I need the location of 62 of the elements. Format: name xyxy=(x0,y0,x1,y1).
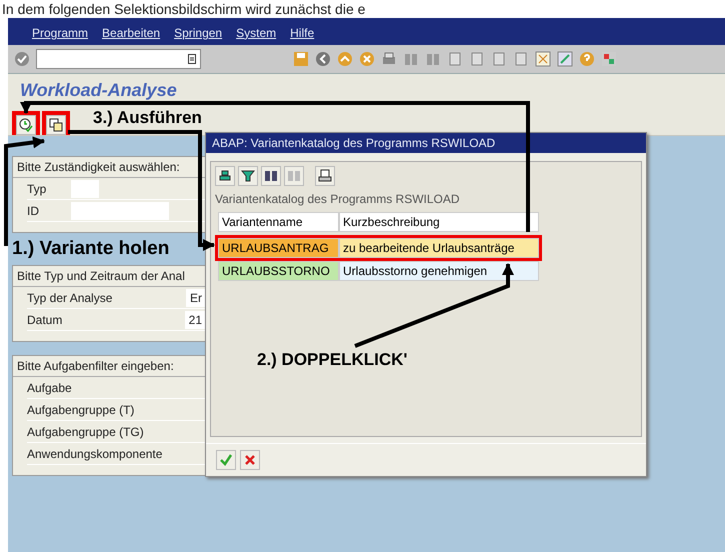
page-icon[interactable] xyxy=(447,51,463,67)
column-header: Variantenname xyxy=(218,212,339,232)
field-label: Typ xyxy=(27,182,48,196)
field-label: Aufgabengruppe (T) xyxy=(27,402,136,416)
field-label: ID xyxy=(27,204,40,218)
layout-icon[interactable] xyxy=(601,51,617,67)
clock-check-icon xyxy=(19,118,33,132)
column-header: Kurzbeschreibung xyxy=(339,212,539,232)
input-field[interactable] xyxy=(71,202,169,220)
command-field[interactable] xyxy=(36,49,201,69)
print-button[interactable] xyxy=(315,166,335,186)
table-row[interactable]: URLAUBSSTORNO Urlaubsstorno genehmigen xyxy=(215,261,542,284)
annotation-label: 2.) DOPPELKLICK' xyxy=(257,350,408,370)
find-button[interactable] xyxy=(261,166,281,186)
check-icon[interactable] xyxy=(14,51,30,67)
menu-item[interactable]: Hilfe xyxy=(290,26,314,40)
menu-item[interactable]: Programm xyxy=(32,26,88,40)
cancel-button[interactable] xyxy=(240,450,260,470)
back-icon[interactable] xyxy=(315,51,331,67)
annotation-label: 1.) Variante holen xyxy=(12,238,170,260)
annotation-label: 3.) Ausführen xyxy=(93,108,202,128)
sort-button[interactable] xyxy=(215,166,235,186)
window-icon[interactable] xyxy=(557,51,573,67)
table-cell[interactable]: URLAUBSANTRAG xyxy=(218,238,339,258)
cancel-icon[interactable] xyxy=(359,51,375,67)
filter-button[interactable] xyxy=(238,166,258,186)
menu-item[interactable]: Bearbeiten xyxy=(102,26,160,40)
page-icon[interactable] xyxy=(491,51,507,67)
sort-icon xyxy=(218,169,232,183)
document-text: In dem folgenden Selektionsbildschirm wird zunächst die e xyxy=(2,1,366,17)
help-icon[interactable] xyxy=(579,51,595,67)
menu-item[interactable]: Springen xyxy=(174,26,222,40)
up-icon[interactable] xyxy=(337,51,353,67)
field-label: Aufgabengruppe (TG) xyxy=(27,424,145,438)
field-label: Typ der Analyse xyxy=(27,290,114,304)
page-icon[interactable] xyxy=(469,51,485,67)
field-label: Anwendungskomponente xyxy=(27,446,164,460)
dropdown-icon xyxy=(188,54,196,64)
menu-item[interactable]: System xyxy=(236,26,276,40)
print-icon[interactable] xyxy=(381,51,397,67)
table-cell[interactable]: Urlaubsstorno genehmigen xyxy=(339,261,539,281)
execute-button[interactable] xyxy=(16,115,36,135)
input-field[interactable] xyxy=(71,180,99,198)
field-label: Aufgabe xyxy=(27,380,73,394)
save-icon[interactable] xyxy=(293,51,309,67)
field-value: 21 xyxy=(184,310,206,328)
checkmark-icon xyxy=(219,453,233,467)
page-icon[interactable] xyxy=(513,51,529,67)
close-icon xyxy=(243,453,257,467)
screen-title: Workload-Analyse xyxy=(20,80,177,100)
print-icon xyxy=(318,169,332,183)
field-label: Datum xyxy=(27,312,64,326)
catalog-heading: Variantenkatalog des Programms RSWILOAD xyxy=(215,192,461,206)
table-cell[interactable]: URLAUBSSTORNO xyxy=(218,261,339,281)
table-cell[interactable]: zu bearbeitende Urlaubsanträge xyxy=(339,238,539,258)
confirm-button[interactable] xyxy=(216,450,236,470)
get-variant-button[interactable] xyxy=(46,115,66,135)
filter-icon xyxy=(241,169,255,183)
window-icon[interactable] xyxy=(535,51,551,67)
dialog-title: ABAP: Variantenkatalog des Programms RSWILOAD xyxy=(206,133,646,153)
copy-icon xyxy=(49,118,63,132)
field-value: Er xyxy=(186,288,206,306)
